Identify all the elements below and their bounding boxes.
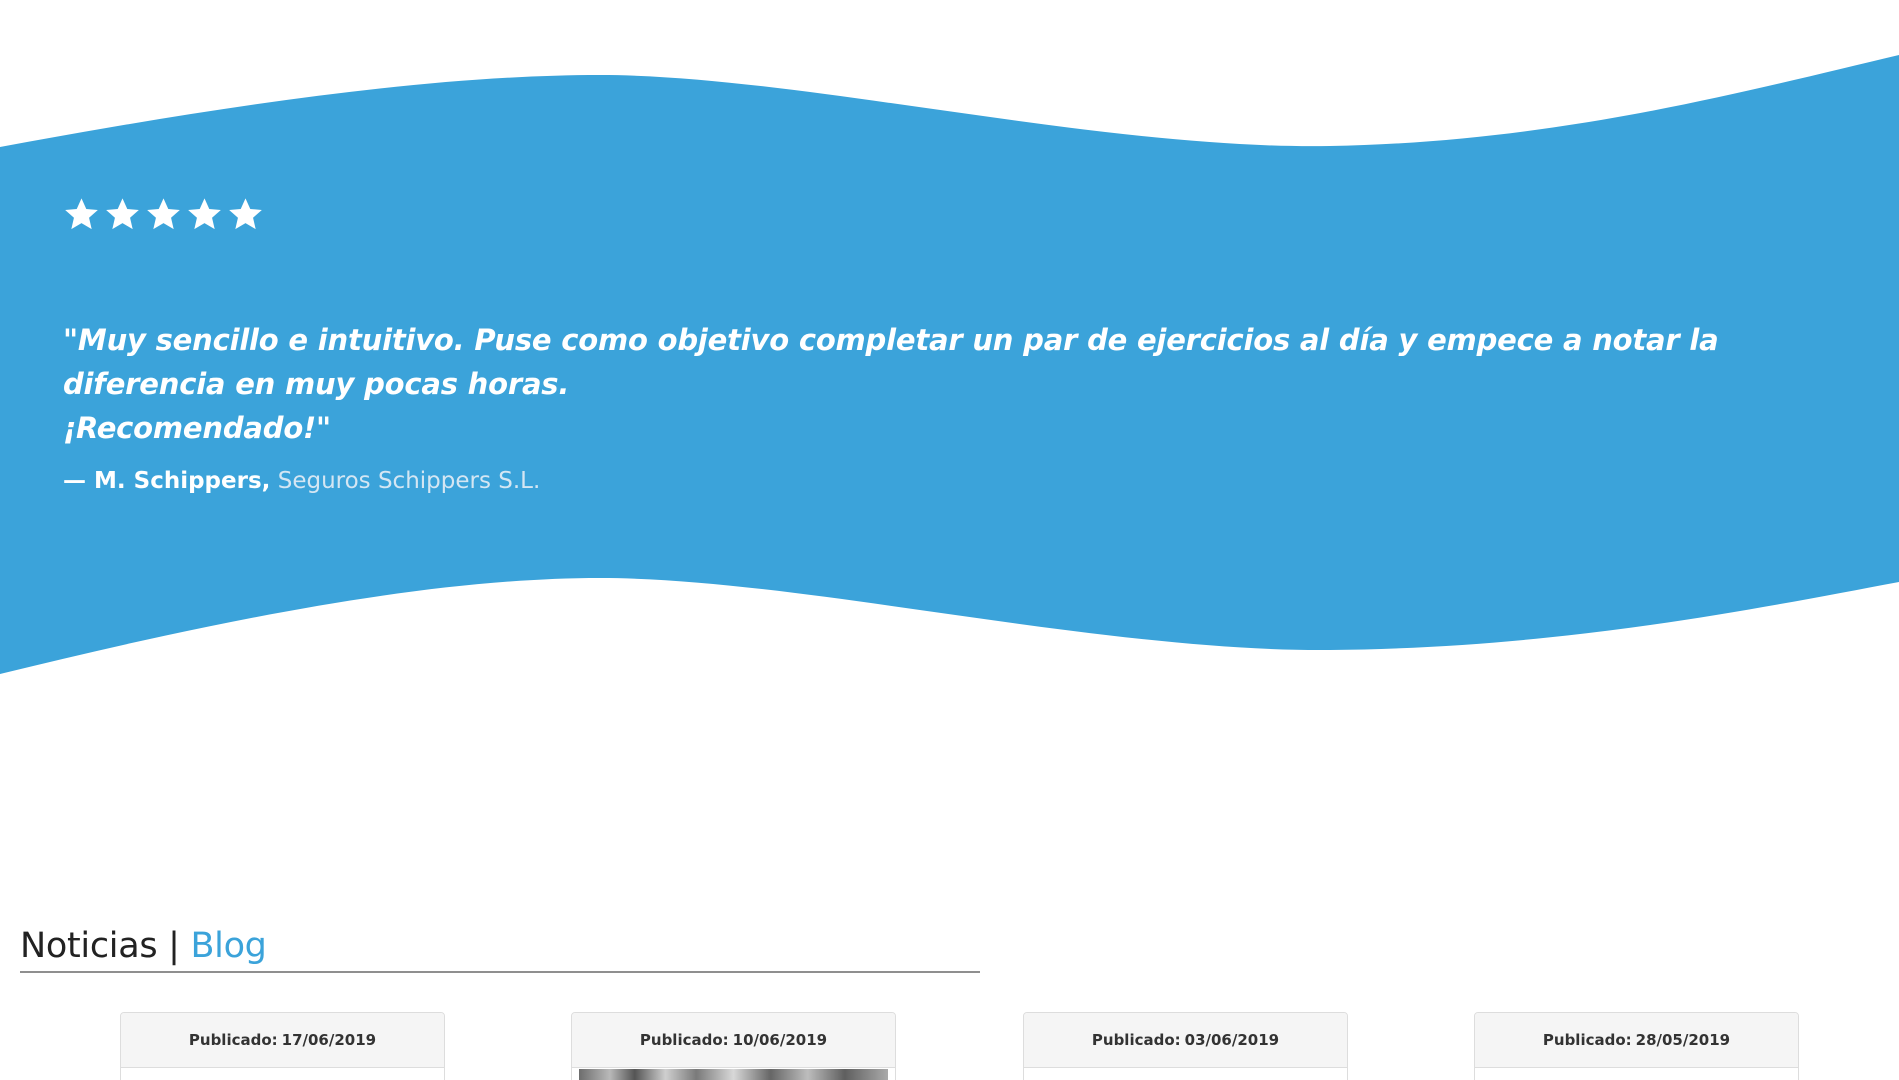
section-title-blog: Blog xyxy=(190,926,267,966)
card-header: Publicado: 10/06/2019 xyxy=(572,1013,895,1068)
author-name: — M. Schippers, xyxy=(63,468,271,494)
section-divider xyxy=(20,971,980,973)
quote-line: "Muy sencillo e intuitivo. Puse como obj… xyxy=(63,323,1719,401)
news-card[interactable]: Publicado: 03/06/2019 xyxy=(1023,1012,1348,1080)
published-label: Publicado: xyxy=(188,1031,278,1049)
news-card[interactable]: Publicado: 28/05/2019 xyxy=(1474,1012,1799,1080)
published-label: Publicado: xyxy=(1542,1031,1632,1049)
testimonial: "Muy sencillo e intuitivo. Puse como obj… xyxy=(63,190,1843,496)
card-thumbnail[interactable] xyxy=(579,1069,888,1080)
card-header: Publicado: 03/06/2019 xyxy=(1024,1013,1347,1068)
published-label: Publicado: xyxy=(1091,1031,1181,1049)
card-header: Publicado: 17/06/2019 xyxy=(121,1013,444,1068)
section-title-left: Noticias | xyxy=(20,926,191,966)
card-header: Publicado: 28/05/2019 xyxy=(1475,1013,1798,1068)
testimonial-author: — M. Schippers, Seguros Schippers S.L. xyxy=(63,466,1843,496)
published-label: Publicado: xyxy=(639,1031,729,1049)
section-title: Noticias | Blog xyxy=(20,924,267,968)
published-date: 17/06/2019 xyxy=(281,1031,377,1049)
published-date: 10/06/2019 xyxy=(732,1031,828,1049)
published-date: 28/05/2019 xyxy=(1635,1031,1731,1049)
news-card[interactable]: Publicado: 17/06/2019 xyxy=(120,1012,445,1080)
author-company-link[interactable]: Seguros Schippers S.L. xyxy=(278,468,541,494)
quote-line: ¡Recomendado!" xyxy=(63,411,331,445)
news-card[interactable]: Publicado: 10/06/2019 xyxy=(571,1012,896,1080)
star-icon xyxy=(145,196,182,233)
star-icon xyxy=(227,196,264,233)
page: "Muy sencillo e intuitivo. Puse como obj… xyxy=(0,0,1899,1080)
star-icon xyxy=(186,196,223,233)
star-icon xyxy=(63,196,100,233)
rating-stars xyxy=(63,190,1843,238)
published-date: 03/06/2019 xyxy=(1184,1031,1280,1049)
testimonial-quote: "Muy sencillo e intuitivo. Puse como obj… xyxy=(63,318,1843,450)
star-icon xyxy=(104,196,141,233)
